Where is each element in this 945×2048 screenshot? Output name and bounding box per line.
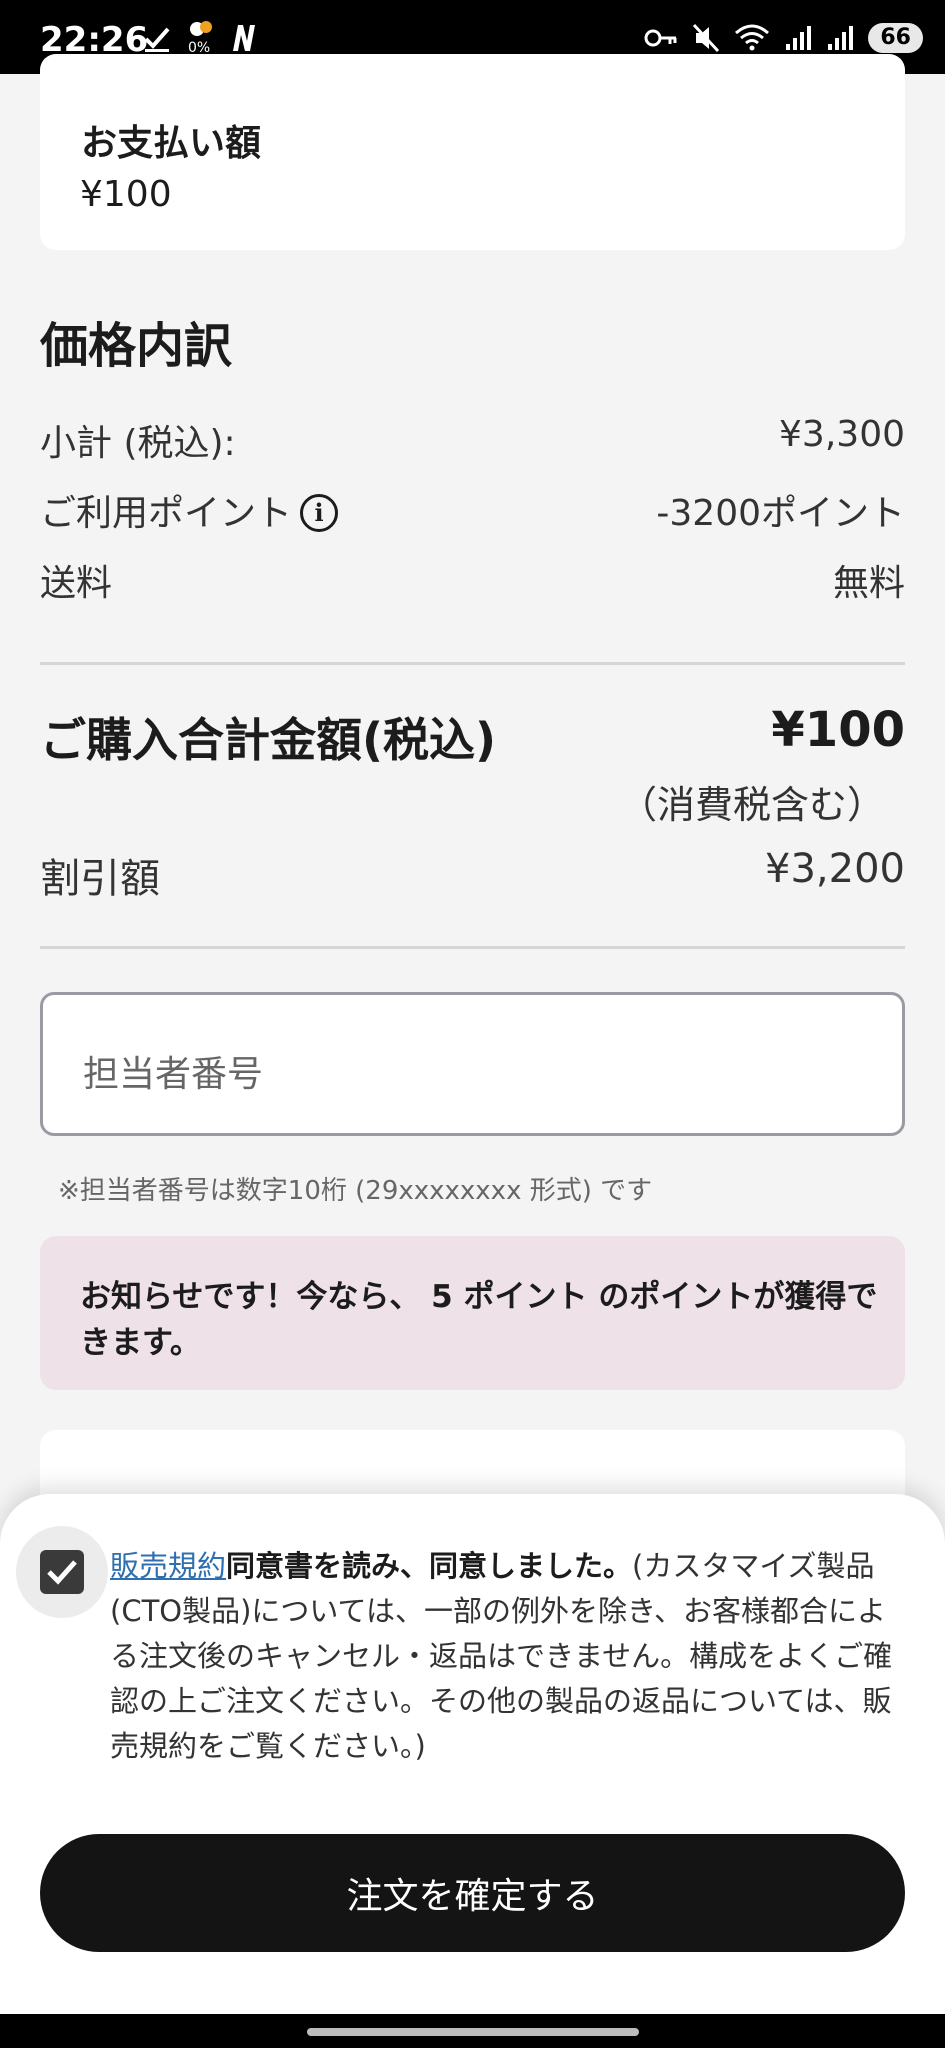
shipping-value: 無料 <box>832 563 905 604</box>
subtotal-label: 小計 (税込): <box>40 423 236 464</box>
wifi-icon <box>735 24 770 51</box>
points-label: ご利用ポイント <box>40 493 293 534</box>
agree-checkbox[interactable] <box>16 1526 108 1618</box>
checkmark-icon <box>47 1560 77 1585</box>
confirm-order-button[interactable]: 注文を確定する <box>40 1834 905 1952</box>
download-done-icon <box>144 27 170 52</box>
mute-icon <box>693 23 720 53</box>
points-notice: お知らせです！今なら、 5 ポイント のポイントが獲得できます。 <box>40 1236 905 1390</box>
info-icon[interactable]: i <box>300 494 339 532</box>
payment-card: お支払い額 ¥100 <box>40 54 905 250</box>
agreement-text: 販売規約同意書を読み、同意しました。(カスタマイズ製品 (CTO製品)については… <box>110 1544 910 1769</box>
terms-link[interactable]: 販売規約 <box>110 1549 226 1583</box>
netflix-n-icon <box>233 25 255 51</box>
tax-note: （消費税含む） <box>618 783 885 827</box>
discount-value: ¥3,200 <box>765 846 905 892</box>
payment-amount: ¥100 <box>80 174 172 215</box>
battery-indicator: 66 <box>868 23 923 53</box>
total-value: ¥100 <box>771 702 905 758</box>
price-breakdown-title: 価格内訳 <box>40 318 233 374</box>
divider <box>40 662 905 665</box>
staff-number-hint: ※担当者番号は数字10桁 (29xxxxxxxx 形式) です <box>58 1176 653 1206</box>
subtotal-value: ¥3,300 <box>779 414 905 455</box>
home-handle[interactable] <box>307 2028 639 2036</box>
payment-label: お支払い額 <box>81 123 262 164</box>
bottom-sheet: 販売規約同意書を読み、同意しました。(カスタマイズ製品 (CTO製品)については… <box>0 1494 945 2014</box>
discount-label: 割引額 <box>40 856 160 902</box>
staff-number-placeholder: 担当者番号 <box>83 1054 264 1095</box>
data-saver-icon: 0% <box>186 20 216 56</box>
agreement-bold: 同意書を読み、同意しました。 <box>226 1549 633 1583</box>
divider-2 <box>40 946 905 949</box>
signal-icon-2 <box>828 26 854 50</box>
navigation-bar <box>0 2014 945 2048</box>
staff-number-input[interactable]: 担当者番号 <box>40 992 905 1136</box>
points-value: -3200ポイント <box>656 493 905 534</box>
points-notice-text: お知らせです！今なら、 5 ポイント のポイントが獲得できます。 <box>80 1279 878 1361</box>
signal-icon <box>786 26 812 50</box>
vpn-key-icon <box>644 29 677 47</box>
total-label: ご購入合計金額(税込) <box>40 713 497 767</box>
shipping-label: 送料 <box>40 563 113 604</box>
